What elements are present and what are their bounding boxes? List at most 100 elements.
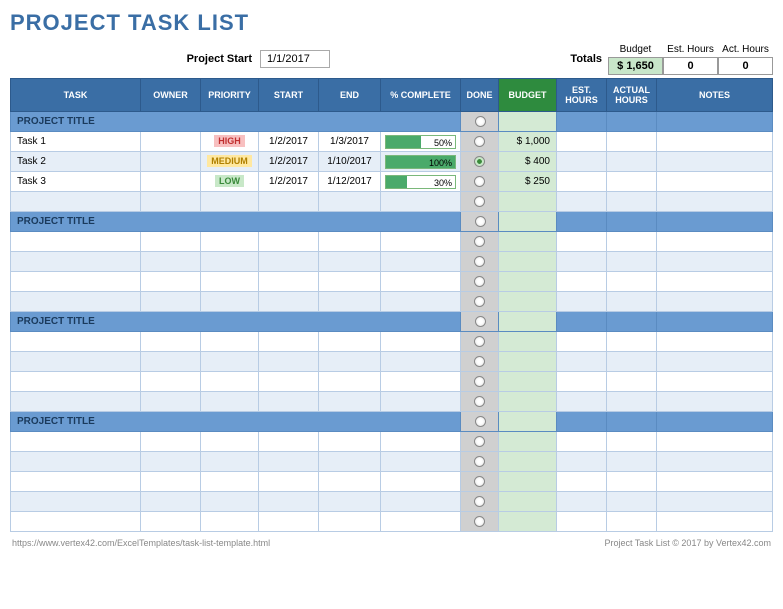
priority-cell[interactable]: MEDIUM — [201, 152, 259, 172]
task-cell[interactable] — [11, 392, 141, 412]
task-cell[interactable] — [11, 272, 141, 292]
radio-icon[interactable] — [474, 456, 485, 467]
project-start-input[interactable] — [260, 50, 330, 68]
pct-cell[interactable] — [381, 232, 461, 252]
radio-icon[interactable] — [474, 276, 485, 287]
budget-cell[interactable] — [499, 512, 557, 532]
start-cell[interactable] — [259, 252, 319, 272]
notes-cell[interactable] — [657, 352, 773, 372]
end-cell[interactable] — [319, 352, 381, 372]
budget-cell[interactable] — [499, 312, 557, 332]
cell[interactable] — [557, 312, 607, 332]
act-hours-cell[interactable] — [607, 332, 657, 352]
task-cell[interactable] — [11, 232, 141, 252]
end-cell[interactable] — [319, 272, 381, 292]
task-cell[interactable] — [11, 192, 141, 212]
est-hours-cell[interactable] — [557, 172, 607, 192]
cell[interactable] — [657, 112, 773, 132]
radio-icon[interactable] — [474, 396, 485, 407]
priority-cell[interactable] — [201, 292, 259, 312]
est-hours-cell[interactable] — [557, 192, 607, 212]
priority-cell[interactable] — [201, 492, 259, 512]
budget-cell[interactable] — [499, 112, 557, 132]
budget-cell[interactable] — [499, 412, 557, 432]
act-hours-cell[interactable] — [607, 292, 657, 312]
done-cell[interactable] — [461, 152, 499, 172]
priority-cell[interactable]: LOW — [201, 172, 259, 192]
end-cell[interactable] — [319, 452, 381, 472]
radio-icon[interactable] — [474, 196, 485, 207]
notes-cell[interactable] — [657, 192, 773, 212]
task-cell[interactable] — [11, 472, 141, 492]
owner-cell[interactable] — [141, 452, 201, 472]
est-hours-cell[interactable] — [557, 292, 607, 312]
budget-cell[interactable] — [499, 432, 557, 452]
owner-cell[interactable] — [141, 232, 201, 252]
pct-cell[interactable] — [381, 392, 461, 412]
task-cell[interactable] — [11, 352, 141, 372]
est-hours-cell[interactable] — [557, 512, 607, 532]
end-cell[interactable] — [319, 492, 381, 512]
radio-icon[interactable] — [474, 296, 485, 307]
priority-cell[interactable] — [201, 472, 259, 492]
act-hours-cell[interactable] — [607, 192, 657, 212]
owner-cell[interactable] — [141, 252, 201, 272]
end-cell[interactable] — [319, 432, 381, 452]
task-cell[interactable] — [11, 432, 141, 452]
radio-icon[interactable] — [474, 516, 485, 527]
radio-icon[interactable] — [474, 156, 485, 167]
pct-cell[interactable]: 100% — [381, 152, 461, 172]
act-hours-cell[interactable] — [607, 132, 657, 152]
cell[interactable] — [607, 212, 657, 232]
owner-cell[interactable] — [141, 192, 201, 212]
notes-cell[interactable] — [657, 512, 773, 532]
budget-cell[interactable]: $ 400 — [499, 152, 557, 172]
act-hours-cell[interactable] — [607, 152, 657, 172]
end-cell[interactable] — [319, 292, 381, 312]
radio-icon[interactable] — [474, 496, 485, 507]
done-cell[interactable] — [461, 112, 499, 132]
task-cell[interactable] — [11, 332, 141, 352]
act-hours-cell[interactable] — [607, 252, 657, 272]
priority-cell[interactable] — [201, 452, 259, 472]
end-cell[interactable] — [319, 512, 381, 532]
start-cell[interactable] — [259, 192, 319, 212]
start-cell[interactable] — [259, 272, 319, 292]
pct-cell[interactable] — [381, 292, 461, 312]
notes-cell[interactable] — [657, 252, 773, 272]
end-cell[interactable] — [319, 332, 381, 352]
act-hours-cell[interactable] — [607, 452, 657, 472]
end-cell[interactable] — [319, 252, 381, 272]
start-cell[interactable] — [259, 292, 319, 312]
budget-cell[interactable] — [499, 352, 557, 372]
act-hours-cell[interactable] — [607, 352, 657, 372]
pct-cell[interactable] — [381, 252, 461, 272]
notes-cell[interactable] — [657, 452, 773, 472]
done-cell[interactable] — [461, 432, 499, 452]
est-hours-cell[interactable] — [557, 372, 607, 392]
cell[interactable] — [607, 112, 657, 132]
start-cell[interactable]: 1/2/2017 — [259, 152, 319, 172]
budget-cell[interactable] — [499, 452, 557, 472]
budget-cell[interactable]: $ 1,000 — [499, 132, 557, 152]
radio-icon[interactable] — [475, 216, 486, 227]
priority-cell[interactable] — [201, 272, 259, 292]
start-cell[interactable] — [259, 452, 319, 472]
task-cell[interactable] — [11, 452, 141, 472]
priority-cell[interactable] — [201, 332, 259, 352]
priority-cell[interactable] — [201, 352, 259, 372]
end-cell[interactable]: 1/12/2017 — [319, 172, 381, 192]
done-cell[interactable] — [461, 492, 499, 512]
notes-cell[interactable] — [657, 432, 773, 452]
radio-icon[interactable] — [474, 336, 485, 347]
done-cell[interactable] — [461, 412, 499, 432]
notes-cell[interactable] — [657, 172, 773, 192]
end-cell[interactable]: 1/10/2017 — [319, 152, 381, 172]
est-hours-cell[interactable] — [557, 392, 607, 412]
notes-cell[interactable] — [657, 392, 773, 412]
est-hours-cell[interactable] — [557, 352, 607, 372]
est-hours-cell[interactable] — [557, 272, 607, 292]
cell[interactable] — [557, 412, 607, 432]
act-hours-cell[interactable] — [607, 372, 657, 392]
start-cell[interactable] — [259, 352, 319, 372]
